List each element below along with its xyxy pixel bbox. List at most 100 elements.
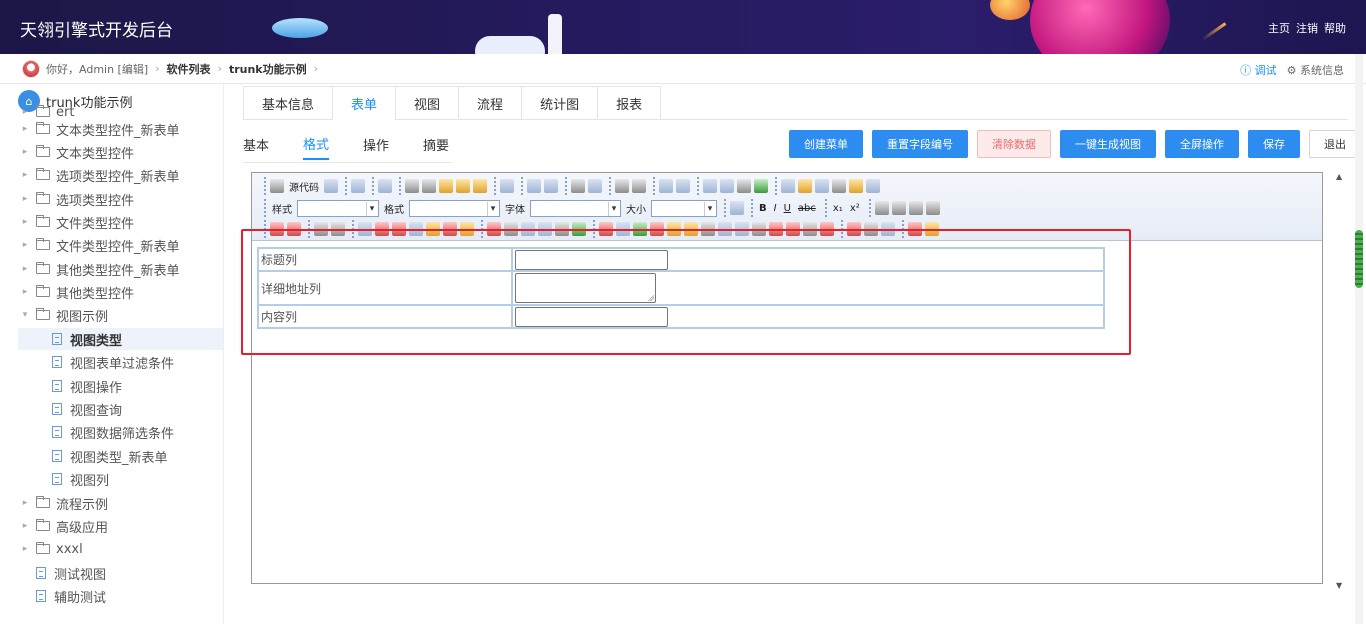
image-icon[interactable] [781,179,795,193]
textarea-icon[interactable] [331,222,345,236]
superscript-icon[interactable]: x² [848,203,862,214]
replace-icon[interactable] [588,179,602,193]
caret-right-icon[interactable]: ▸ [18,544,32,554]
unlink-icon[interactable] [864,222,878,236]
exit-button[interactable]: 退出 [1309,130,1361,158]
checkbox-icon[interactable] [287,222,301,236]
sidebar-item[interactable]: 视图表单过滤条件 [18,351,223,373]
control-26-icon[interactable] [803,222,817,236]
control-4-icon[interactable] [409,222,423,236]
template-icon[interactable] [378,179,392,193]
underline-icon[interactable]: U [782,203,793,214]
bg-color-icon[interactable] [925,222,939,236]
font-select[interactable] [530,199,621,217]
control-21-icon[interactable] [718,222,732,236]
control-27-icon[interactable] [820,222,834,236]
textfield-icon[interactable] [314,222,328,236]
tab-chart[interactable]: 统计图 [521,86,598,120]
cut-icon[interactable] [405,179,419,193]
control-2-icon[interactable] [375,222,389,236]
caret-right-icon[interactable]: ▸ [18,240,32,250]
sidebar-item[interactable]: ▾ 视图示例 [18,304,223,326]
reset-field-number-button[interactable]: 重置字段编号 [872,130,968,158]
sidebar-item[interactable]: 视图数据筛选条件 [18,421,223,443]
subtab-basic[interactable]: 基本 [243,128,269,160]
home-link[interactable]: 主页 [1268,20,1290,36]
table-icon[interactable] [815,179,829,193]
source-code-button[interactable]: 源代码 [287,179,321,194]
breadcrumb-current-app[interactable]: trunk功能示例 [229,61,307,77]
address-textarea[interactable] [515,273,656,303]
preview-icon[interactable] [351,179,365,193]
control-24-icon[interactable] [769,222,783,236]
fullscreen-button[interactable]: 全屏操作 [1165,130,1239,158]
page-scrollbar-track[interactable] [1355,54,1363,624]
caret-down-icon[interactable]: ▾ [18,310,32,320]
redo-icon[interactable] [544,179,558,193]
sidebar-item[interactable]: 视图类型 [18,328,223,350]
form-icon[interactable] [270,222,284,236]
align-center-icon[interactable] [891,201,906,215]
control-18-icon[interactable] [667,222,681,236]
blockquote-icon[interactable] [737,179,751,193]
outdent-icon[interactable] [703,179,717,193]
subtab-operation[interactable]: 操作 [363,128,389,160]
sidebar-item[interactable]: ▸ 文本类型控件 [18,141,223,163]
tab-report[interactable]: 报表 [597,86,662,120]
copy-icon[interactable] [422,179,436,193]
content-input[interactable] [515,306,668,327]
control-22-icon[interactable] [735,222,749,236]
paste-word-icon[interactable] [473,179,487,193]
tab-basic-info[interactable]: 基本信息 [243,86,333,120]
text-color-icon[interactable] [908,222,922,236]
help-link[interactable]: 帮助 [1324,20,1346,36]
control-7-icon[interactable] [460,222,474,236]
greeting[interactable]: 你好，Admin [编辑] [46,61,148,77]
avatar[interactable] [22,59,40,78]
align-right-icon[interactable] [908,201,923,215]
control-20-icon[interactable] [701,222,715,236]
horizontal-rule-icon[interactable] [832,179,846,193]
create-menu-button[interactable]: 创建菜单 [789,130,863,158]
control-15-icon[interactable] [616,222,630,236]
caret-right-icon[interactable]: ▸ [18,124,32,134]
sidebar-item[interactable]: ▸ 选项类型控件_新表单 [18,164,223,186]
editor-scrollbar[interactable]: ▲ ▼ [1332,172,1346,590]
align-justify-icon[interactable] [925,201,940,215]
source-code-icon[interactable] [270,179,284,193]
bold-icon[interactable]: B [757,203,769,214]
tab-form[interactable]: 表单 [332,86,396,120]
control-13-icon[interactable] [572,222,586,236]
sidebar-item[interactable]: ▸ 文件类型控件 [18,211,223,233]
sidebar-item[interactable]: 测试视图 [18,562,223,584]
subtab-summary[interactable]: 摘要 [423,128,449,160]
caret-right-icon[interactable]: ▸ [18,107,32,117]
flash-icon[interactable] [798,179,812,193]
link-icon[interactable] [847,222,861,236]
control-12-icon[interactable] [555,222,569,236]
sidebar-item[interactable]: ▸ 其他类型控件 [18,281,223,303]
select-all-icon[interactable] [615,179,629,193]
eraser-icon[interactable] [632,179,646,193]
caret-right-icon[interactable]: ▸ [18,147,32,157]
strikethrough-icon[interactable]: abc [796,203,818,214]
control-14-icon[interactable] [599,222,613,236]
control-16-icon[interactable] [633,222,647,236]
scroll-down-icon[interactable]: ▼ [1336,581,1342,590]
scroll-up-icon[interactable]: ▲ [1336,172,1342,181]
control-6-icon[interactable] [443,222,457,236]
control-11-icon[interactable] [538,222,552,236]
caret-right-icon[interactable]: ▸ [18,287,32,297]
find-icon[interactable] [571,179,585,193]
logout-link[interactable]: 注销 [1296,20,1318,36]
system-info-link[interactable]: ⚙ 系统信息 [1287,62,1344,78]
caret-right-icon[interactable]: ▸ [18,264,32,274]
control-5-icon[interactable] [426,222,440,236]
caret-right-icon[interactable]: ▸ [18,194,32,204]
generate-view-button[interactable]: 一键生成视图 [1060,130,1156,158]
sidebar-item[interactable]: ▸ 其他类型控件_新表单 [18,258,223,280]
control-8-icon[interactable] [487,222,501,236]
save-button[interactable]: 保存 [1248,130,1300,158]
sidebar-item[interactable]: ▸ 文本类型控件_新表单 [18,118,223,140]
spellcheck-icon[interactable] [500,179,514,193]
